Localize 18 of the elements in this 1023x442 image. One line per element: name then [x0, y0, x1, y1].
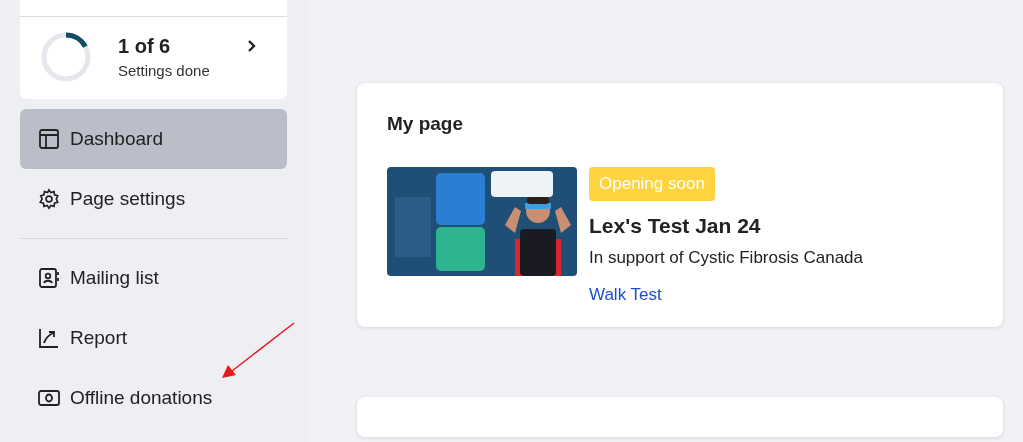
page-title: Lex's Test Jan 24 — [589, 214, 761, 238]
nav-item[interactable]: Mailing list — [20, 248, 287, 308]
nav-item[interactable]: Page settings — [20, 169, 287, 229]
campaign-link[interactable]: Walk Test — [589, 285, 662, 305]
status-badge: Opening soon — [589, 167, 715, 201]
nav-item[interactable]: Dashboard — [20, 109, 287, 169]
progress-label: Settings done — [118, 62, 211, 79]
cash-icon — [38, 387, 60, 409]
nav-item[interactable]: Report — [20, 308, 287, 368]
nav-item[interactable]: Offline donations — [20, 368, 287, 428]
layout-icon — [38, 128, 60, 150]
progress-count: 1 of 6 — [118, 35, 172, 58]
chevron-icon[interactable] — [247, 39, 257, 53]
contact-card-icon — [38, 267, 60, 289]
chart-arrow-icon — [38, 327, 60, 349]
settings-icon — [38, 188, 60, 210]
card-heading: My page — [387, 113, 465, 135]
page-subtitle: In support of Cystic Fibrosis Canada — [589, 248, 863, 268]
